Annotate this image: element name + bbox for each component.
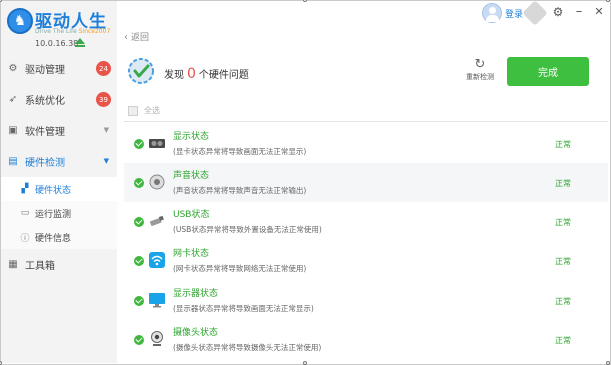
sidebar-item-label: 系统优化 — [25, 96, 65, 107]
refresh-icon: ↻ — [474, 57, 486, 72]
row-description: (显卡状态异常将导致画面无法正常显示) — [173, 147, 307, 156]
settings-icon[interactable]: ⚙ — [551, 5, 565, 19]
notification-badge: 24 — [96, 61, 111, 76]
hardware-submenu: ▞ 硬件状态 ▭ 运行监测 ⓘ 硬件信息 — [1, 177, 117, 249]
sidebar-item-label: 软件管理 — [25, 127, 65, 138]
status-badge: 正常 — [555, 218, 571, 227]
status-badge: 正常 — [555, 179, 571, 188]
sidebar-item-driver-management[interactable]: ⚙ 驱动管理 24 — [1, 53, 117, 84]
row-title: 显示状态 — [173, 132, 210, 142]
monitor-chart-icon: ▭ — [20, 208, 30, 218]
monitor-icon — [149, 293, 165, 308]
submenu-item-label: 硬件状态 — [35, 185, 72, 196]
submenu-item-hardware-info[interactable]: ⓘ 硬件信息 — [1, 225, 117, 249]
login-link[interactable]: 登录 — [505, 7, 523, 20]
row-description: (网卡状态异常将导致网络无法正常使用) — [173, 264, 307, 273]
summary-suffix: 个硬件问题 — [198, 70, 249, 81]
rescan-button[interactable]: ↻ 重新检测 — [463, 57, 497, 82]
sidebar-item-software-management[interactable]: ▣ 软件管理 ▼ — [1, 115, 117, 146]
status-icon: ▞ — [21, 184, 29, 194]
hardware-status-row[interactable]: USB状态 (USB状态异常将导致外置设备无法正常使用) 正常 — [124, 202, 608, 241]
graphics-card-icon — [149, 139, 165, 148]
row-description: (摄像头状态异常将导致摄像头无法正常使用) — [173, 343, 322, 352]
app-logo-icon: ♞ — [7, 8, 33, 34]
sidebar-item-label: 工具箱 — [25, 261, 55, 272]
usb-icon — [150, 215, 164, 226]
select-all-label: 全选 — [144, 106, 160, 115]
check-icon — [134, 178, 144, 188]
row-description: (USB状态异常将导致外置设备无法正常使用) — [173, 225, 322, 234]
box-icon: ▣ — [8, 125, 18, 136]
hardware-status-row[interactable]: 摄像头状态 (摄像头状态异常将导致摄像头无法正常使用) 正常 — [124, 320, 608, 359]
vip-badge-icon[interactable] — [522, 0, 548, 26]
toolbox-icon: ▦ — [8, 259, 18, 270]
speaker-icon — [149, 174, 165, 190]
resize-handle[interactable] — [606, 361, 610, 365]
sidebar-item-hardware-detect[interactable]: ▤ 硬件检测 ▼ — [1, 146, 117, 177]
close-icon[interactable]: ✕ — [592, 5, 606, 18]
hardware-icon: ▤ — [8, 156, 18, 167]
status-badge: 正常 — [555, 257, 571, 266]
check-icon — [134, 139, 144, 149]
submenu-item-label: 运行监测 — [35, 209, 72, 220]
submenu-item-runtime-monitor[interactable]: ▭ 运行监测 — [1, 201, 117, 225]
done-button[interactable]: 完成 — [507, 57, 589, 86]
row-title: 显示器状态 — [173, 289, 219, 299]
row-title: 摄像头状态 — [173, 328, 219, 338]
row-description: (显示器状态异常将导致画面无法正常显示) — [173, 304, 314, 313]
wifi-icon — [149, 252, 165, 268]
check-icon — [134, 217, 144, 227]
back-link[interactable]: ‹ 返回 — [124, 30, 149, 43]
sidebar-item-label: 硬件检测 — [25, 158, 65, 169]
row-title: 声音状态 — [173, 171, 210, 181]
check-icon — [134, 296, 144, 306]
hardware-status-row[interactable]: 声音状态 (声音状态异常将导致声音无法正常输出) 正常 — [124, 163, 608, 202]
sidebar-item-toolbox[interactable]: ▦ 工具箱 — [1, 249, 117, 280]
sidebar-item-label: 驱动管理 — [25, 65, 65, 76]
tagline-text: Drive The Life — [35, 28, 77, 35]
select-all-control[interactable]: 全选 — [128, 105, 160, 116]
sidebar-item-system-optimize[interactable]: ➶ 系统优化 39 — [1, 84, 117, 115]
hardware-status-row[interactable]: 显示器状态 (显示器状态异常将导致画面无法正常显示) 正常 — [124, 281, 608, 320]
problem-count: 0 — [187, 66, 196, 82]
webcam-icon — [151, 331, 163, 346]
brand-tagline: Drive The Life Since2007 — [35, 28, 110, 35]
select-all-checkbox[interactable] — [128, 105, 138, 116]
user-avatar-icon[interactable] — [482, 3, 502, 23]
logo-area: ♞ 驱动人生 Drive The Life Since2007 10.0.16.… — [1, 1, 117, 53]
chevron-left-icon: ‹ — [124, 32, 128, 43]
upgrade-arrow-icon[interactable] — [75, 38, 85, 47]
hardware-status-row[interactable]: 显示状态 (显卡状态异常将导致画面无法正常显示) 正常 — [124, 124, 608, 163]
rescan-label: 重新检测 — [466, 73, 494, 81]
status-badge: 正常 — [555, 140, 571, 149]
chevron-down-icon: ▼ — [103, 157, 109, 165]
status-badge: 正常 — [555, 297, 571, 306]
row-title: 网卡状态 — [173, 249, 210, 259]
minimize-icon[interactable]: – — [572, 4, 586, 19]
submenu-item-label: 硬件信息 — [35, 233, 72, 244]
check-icon — [134, 335, 144, 345]
status-badge: 正常 — [555, 336, 571, 345]
notification-badge: 39 — [96, 92, 111, 107]
shield-check-icon — [128, 58, 154, 84]
gear-icon: ⚙ — [8, 63, 18, 74]
divider — [124, 121, 608, 122]
chevron-down-icon: ▼ — [103, 126, 109, 134]
info-icon: ⓘ — [20, 233, 30, 244]
version-label: 10.0.16.38 — [35, 39, 79, 48]
row-title: USB状态 — [173, 210, 210, 220]
summary-text: 发现 0 个硬件问题 — [164, 66, 249, 82]
summary-prefix: 发现 — [164, 70, 184, 81]
resize-handle[interactable] — [303, 361, 307, 365]
rocket-icon: ➶ — [8, 94, 18, 105]
submenu-item-hardware-status[interactable]: ▞ 硬件状态 — [1, 177, 117, 201]
hardware-status-row[interactable]: 网卡状态 (网卡状态异常将导致网络无法正常使用) 正常 — [124, 241, 608, 280]
tagline-since: Since2007 — [78, 28, 111, 35]
row-description: (声音状态异常将导致声音无法正常输出) — [173, 186, 307, 195]
title-bar: 登录 ⚙ – ✕ — [117, 0, 610, 26]
sidebar: ♞ 驱动人生 Drive The Life Since2007 10.0.16.… — [1, 1, 117, 363]
check-icon — [134, 256, 144, 266]
back-label: 返回 — [131, 33, 150, 43]
